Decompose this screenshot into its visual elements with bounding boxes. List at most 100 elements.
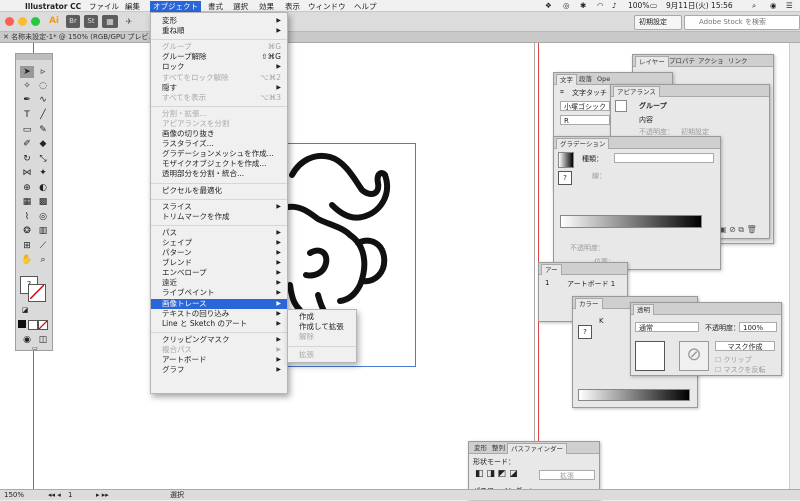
tab-color[interactable]: カラー bbox=[575, 298, 603, 309]
eyedropper-tool-icon[interactable]: ⌇ bbox=[20, 211, 34, 223]
vertical-scrollbar[interactable] bbox=[789, 43, 800, 489]
shape-mode-buttons[interactable]: ◧ ◨ ◩ ◪ bbox=[475, 469, 518, 479]
menu-select[interactable]: 選択 bbox=[230, 1, 251, 12]
gradient-thumbnail[interactable] bbox=[558, 152, 574, 168]
battery-icon[interactable]: ▭ bbox=[650, 0, 657, 12]
tab-links[interactable]: リンク bbox=[725, 56, 751, 66]
artboard-number-field[interactable]: 1 bbox=[68, 490, 72, 501]
touch-type-label[interactable]: 文字タッチ bbox=[572, 88, 607, 98]
eraser-tool-icon[interactable]: ◆ bbox=[36, 138, 50, 150]
pen-tool-icon[interactable]: ✒ bbox=[20, 94, 34, 106]
wifi-icon[interactable]: ◠ bbox=[597, 0, 604, 12]
hand-tool-icon[interactable]: ✋ bbox=[20, 254, 34, 266]
invert-mask-checkbox[interactable]: ☐ マスクを反転 bbox=[715, 365, 766, 375]
rotate-tool-icon[interactable]: ↻ bbox=[20, 153, 34, 165]
object-menu-item[interactable]: 透明部分を分割・統合... bbox=[151, 169, 287, 179]
object-menu-item[interactable]: ピクセルを最適化 bbox=[151, 186, 287, 196]
lasso-tool-icon[interactable]: ◌ bbox=[36, 80, 50, 92]
mask-thumbnail-icon[interactable]: ⊘ bbox=[679, 341, 709, 371]
tab-layers[interactable]: レイヤー bbox=[635, 56, 669, 67]
gradient-fill-swatch[interactable]: ? bbox=[558, 171, 572, 185]
font-style-field[interactable]: R bbox=[560, 115, 610, 125]
magic-wand-tool-icon[interactable]: ✧ bbox=[20, 80, 34, 92]
workspace-switcher[interactable]: 初期設定 bbox=[634, 15, 682, 30]
arrange-documents-icon[interactable]: ▦ bbox=[102, 15, 118, 28]
tab-gradient[interactable]: グラデーション bbox=[556, 138, 610, 149]
object-menu-item[interactable]: アートボード ▶ bbox=[151, 355, 287, 365]
app-menu[interactable]: Illustrator CC bbox=[22, 1, 84, 12]
artboard-name[interactable]: アートボード 1 bbox=[567, 279, 615, 289]
spotlight-icon[interactable]: ⌕ bbox=[752, 0, 756, 12]
menu-window[interactable]: ウィンドウ bbox=[305, 1, 349, 12]
artboard-tool-icon[interactable]: ⊞ bbox=[20, 240, 34, 252]
zoom-level[interactable]: 150% bbox=[4, 490, 24, 501]
trace-submenu-item[interactable]: 作成 bbox=[288, 312, 356, 322]
rectangle-tool-icon[interactable]: ▭ bbox=[20, 124, 34, 136]
width-tool-icon[interactable]: ⋈ bbox=[20, 167, 34, 179]
trace-submenu-item[interactable]: 作成して拡張 bbox=[288, 322, 356, 332]
object-menu-item[interactable]: ラスタライズ... bbox=[151, 139, 287, 149]
shape-builder-tool-icon[interactable]: ⊕ bbox=[20, 182, 34, 194]
menu-edit[interactable]: 編集 bbox=[122, 1, 143, 12]
blend-tool-icon[interactable]: ◎ bbox=[36, 211, 50, 223]
object-menu-item[interactable]: グラデーションメッシュを作成... bbox=[151, 149, 287, 159]
object-menu-item[interactable]: 画像の切り抜き bbox=[151, 129, 287, 139]
selection-tool-icon[interactable]: ➤ bbox=[20, 66, 34, 78]
none-mode-button[interactable] bbox=[38, 320, 48, 330]
zoom-tool-icon[interactable]: ⌕ bbox=[36, 254, 50, 266]
object-menu-item[interactable]: 隠す ▶ bbox=[151, 83, 287, 93]
object-menu-item[interactable]: パターン ▶ bbox=[151, 248, 287, 258]
blend-mode-select[interactable]: 通常 bbox=[635, 322, 699, 332]
pathfinder-expand-button[interactable]: 拡張 bbox=[539, 470, 595, 480]
tab-artboards[interactable]: アー bbox=[541, 264, 562, 275]
object-menu-item[interactable]: モザイクオブジェクトを作成... bbox=[151, 159, 287, 169]
default-colors-icon[interactable]: ◪ bbox=[18, 304, 32, 316]
type-tool-icon[interactable]: T bbox=[20, 109, 34, 121]
stock-search-input[interactable]: Adobe Stock を検索 bbox=[684, 15, 800, 30]
tab-paragraph[interactable]: 段落 bbox=[576, 74, 595, 84]
menu-file[interactable]: ファイル bbox=[86, 1, 122, 12]
menu-help[interactable]: ヘルプ bbox=[351, 1, 380, 12]
draw-inside-icon[interactable]: ◫ bbox=[36, 334, 50, 346]
object-menu-item[interactable]: Line と Sketch のアート ▶ bbox=[151, 319, 287, 329]
tab-opentype[interactable]: Ope bbox=[594, 74, 613, 84]
tab-properties[interactable]: プロパテ bbox=[666, 56, 698, 66]
font-family-field[interactable]: 小塚ゴシック bbox=[560, 101, 610, 111]
object-menu-item[interactable]: グループ解除 ⇧⌘G bbox=[151, 52, 287, 62]
object-menu-item[interactable]: ロック ▶ bbox=[151, 62, 287, 72]
transparency-opacity-field[interactable]: 100% bbox=[739, 322, 777, 332]
object-menu-item[interactable]: ライブペイント ▶ bbox=[151, 288, 287, 298]
color-fill-swatch[interactable]: ? bbox=[578, 325, 592, 339]
color-mode-button[interactable] bbox=[18, 320, 26, 328]
artboard-navigation-icon[interactable]: ◂◂ ◂ bbox=[48, 490, 61, 501]
sync-icon[interactable]: ◎ bbox=[563, 0, 570, 12]
tab-character[interactable]: 文字 bbox=[556, 74, 577, 85]
object-menu-item[interactable]: シェイプ ▶ bbox=[151, 238, 287, 248]
object-menu-item[interactable]: 重ね順 ▶ bbox=[151, 26, 287, 36]
tab-align[interactable]: 整列 bbox=[489, 443, 508, 453]
object-menu-item[interactable]: スライス ▶ bbox=[151, 202, 287, 212]
notification-center-icon[interactable]: ☰ bbox=[786, 0, 793, 12]
minimize-window-button[interactable] bbox=[18, 17, 27, 26]
clock[interactable]: 9月11日(火) 15:56 bbox=[666, 0, 733, 12]
object-menu-item[interactable]: 遠近 ▶ bbox=[151, 278, 287, 288]
tab-transform[interactable]: 変形 bbox=[471, 443, 490, 453]
menu-view[interactable]: 表示 bbox=[282, 1, 303, 12]
appearance-footer-icons[interactable]: ▣ ⊘ ⧉ 🗑 bbox=[719, 225, 757, 235]
tools-panel-header[interactable] bbox=[16, 54, 52, 60]
menu-object[interactable]: オブジェクト bbox=[150, 1, 201, 12]
object-menu-item[interactable]: クリッピングマスク ▶ bbox=[151, 335, 287, 345]
direct-selection-tool-icon[interactable]: ▹ bbox=[36, 66, 50, 78]
puppet-warp-tool-icon[interactable]: ✦ bbox=[36, 167, 50, 179]
object-menu-item[interactable]: 画像トレース ▶ bbox=[151, 298, 287, 309]
object-menu-item[interactable]: グラフ ▶ bbox=[151, 365, 287, 375]
live-paint-tool-icon[interactable]: ◐ bbox=[36, 182, 50, 194]
zoom-window-button[interactable] bbox=[31, 17, 40, 26]
perspective-grid-tool-icon[interactable]: ▦ bbox=[20, 196, 34, 208]
tab-pathfinder[interactable]: パスファインダー bbox=[507, 443, 567, 454]
apple-icon[interactable] bbox=[6, 0, 12, 11]
make-mask-button[interactable]: マスク作成 bbox=[715, 341, 775, 351]
gradient-slider[interactable] bbox=[560, 215, 702, 228]
document-tab[interactable]: ✕ 名称未設定-1* @ 150% (RGB/GPU プレビュー) bbox=[3, 32, 165, 43]
bluetooth-icon[interactable]: ✱ bbox=[580, 0, 586, 12]
